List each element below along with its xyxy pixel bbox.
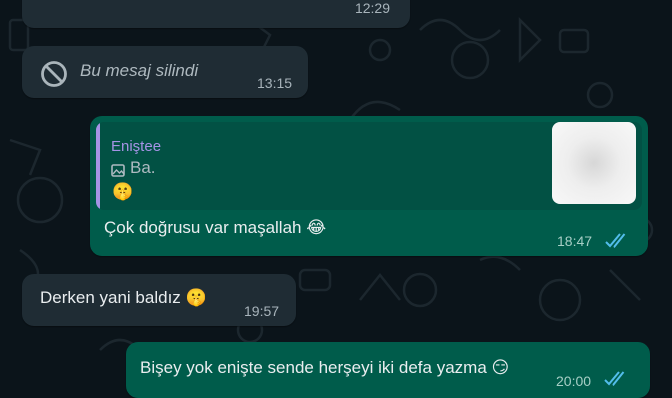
message-bubble-deleted[interactable]: Bu mesaj silindi 13:15 — [22, 46, 308, 98]
quote-author: Enişteе — [111, 138, 162, 155]
message-bubble-incoming[interactable]: Derken yani baldız 🤫 19:57 — [22, 274, 296, 326]
double-check-icon — [605, 232, 631, 250]
deleted-message-text: Bu mesaj silindi — [80, 61, 199, 80]
quote-emoji: 🤫 — [112, 182, 134, 202]
message-time: 13:15 — [257, 75, 293, 91]
quote-accent-bar — [96, 122, 100, 210]
quote-text: Ba. — [130, 158, 156, 177]
message-time: 19:57 — [244, 303, 280, 319]
message-time: 18:47 — [557, 233, 593, 249]
blocked-icon — [40, 60, 68, 88]
message-bubble-incoming[interactable]: 12:29 — [22, 0, 410, 28]
incoming-message-text: Derken yani baldız 🤫 — [40, 288, 207, 307]
outgoing-message-text: Bişey yok enişte sende herşeyi iki defa … — [140, 358, 510, 377]
image-icon — [111, 164, 125, 177]
quoted-message[interactable]: Enişteе Ba. 🤫 — [96, 122, 642, 210]
quote-thumbnail — [552, 122, 636, 204]
message-time: 20:00 — [556, 373, 592, 389]
message-bubble-reply[interactable]: Enişteе Ba. 🤫 Çok doğrusu var maşallah 😂… — [90, 116, 648, 256]
reply-message-text: Çok doğrusu var maşallah 😂 — [104, 218, 327, 237]
message-time: 12:29 — [354, 0, 390, 16]
message-bubble-outgoing[interactable]: Bişey yok enişte sende herşeyi iki defa … — [126, 342, 650, 398]
double-check-icon — [604, 370, 630, 388]
